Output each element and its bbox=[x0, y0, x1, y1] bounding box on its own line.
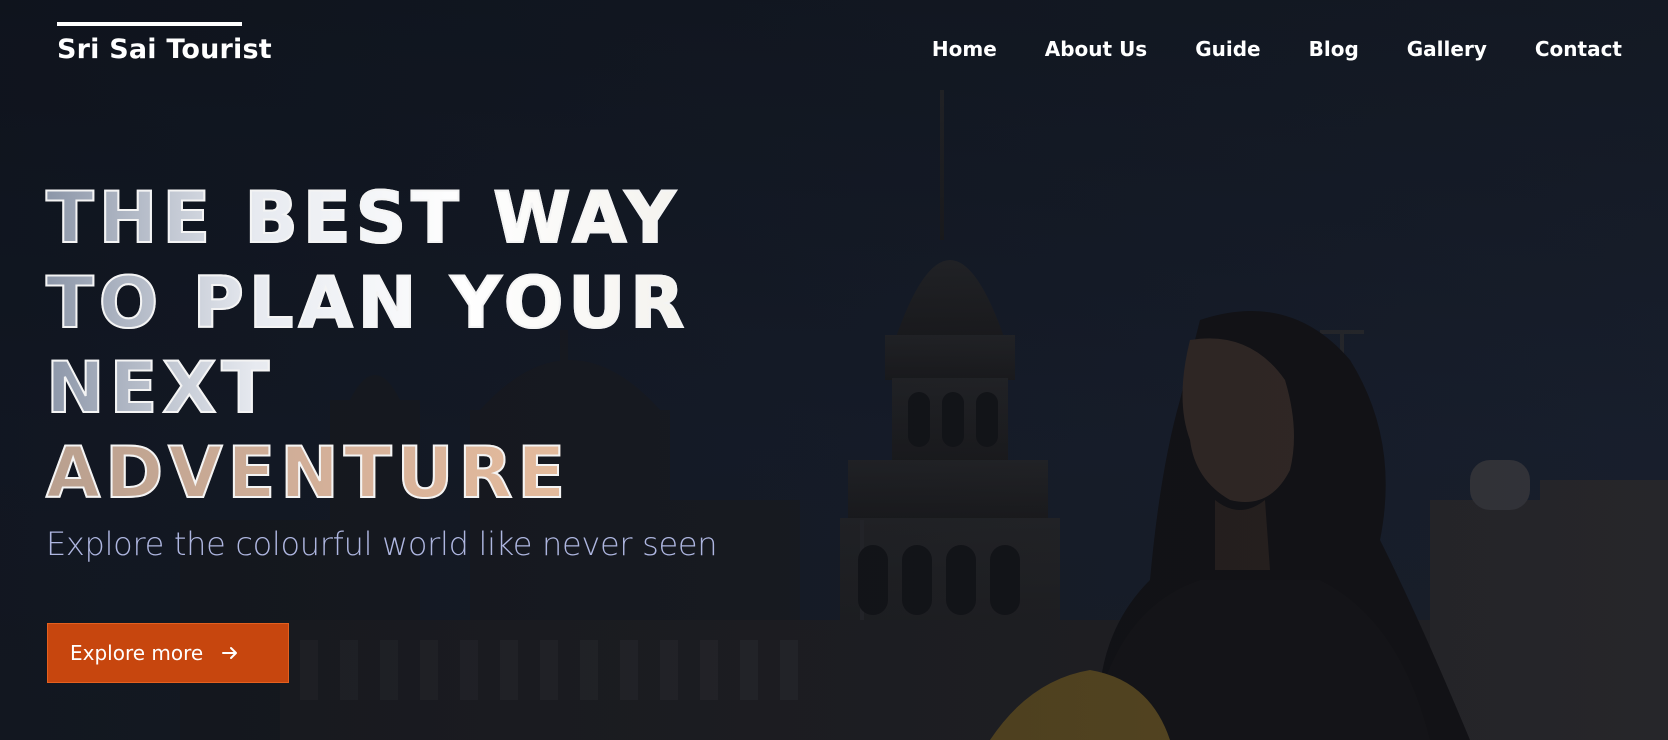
hero-title: THE BEST WAY TO PLAN YOUR NEXT ADVENTURE bbox=[45, 176, 746, 516]
hero-title-line-4: ADVENTURE bbox=[45, 431, 746, 516]
brand-name: Sri Sai Tourist bbox=[57, 34, 272, 65]
hero-title-line-2: TO PLAN YOUR bbox=[45, 261, 746, 346]
nav-about-us[interactable]: About Us bbox=[1045, 37, 1147, 61]
brand-logo[interactable]: Sri Sai Tourist bbox=[57, 22, 272, 65]
nav-contact[interactable]: Contact bbox=[1535, 37, 1622, 61]
hero-title-line-3: NEXT bbox=[45, 346, 746, 431]
nav-blog[interactable]: Blog bbox=[1309, 37, 1359, 61]
explore-more-label: Explore more bbox=[70, 641, 204, 665]
nav-gallery[interactable]: Gallery bbox=[1407, 37, 1487, 61]
nav-guide[interactable]: Guide bbox=[1195, 37, 1260, 61]
hero-title-line-1: THE BEST WAY bbox=[45, 176, 746, 261]
logo-underline bbox=[57, 22, 242, 26]
hero-subtitle: Explore the colourful world like never s… bbox=[46, 525, 718, 563]
main-nav: Home About Us Guide Blog Gallery Contact bbox=[932, 37, 1622, 61]
explore-more-button[interactable]: Explore more bbox=[47, 623, 289, 683]
arrow-right-icon bbox=[222, 647, 238, 659]
nav-home[interactable]: Home bbox=[932, 37, 997, 61]
